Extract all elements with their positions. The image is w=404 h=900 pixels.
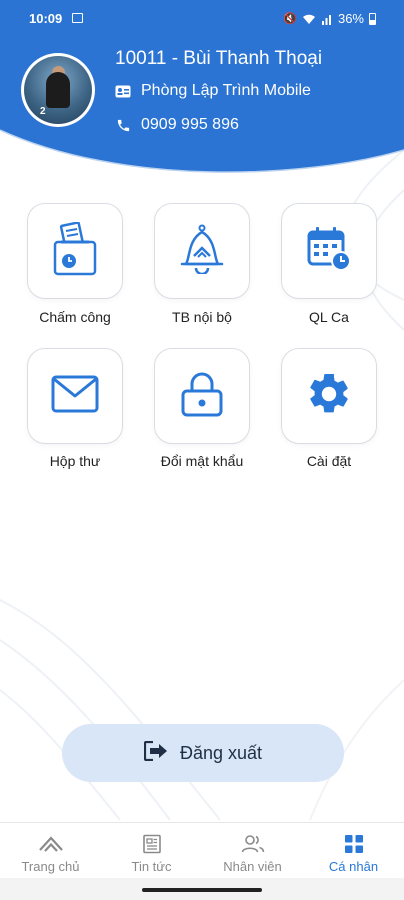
nav-item-news[interactable]: Tin tức	[101, 823, 202, 878]
image-notification-icon	[72, 13, 83, 23]
mute-icon: 🔇	[283, 13, 297, 25]
nav-item-personal[interactable]: Cá nhân	[303, 823, 404, 878]
nav-item-home[interactable]: Trang chủ	[0, 823, 101, 878]
user-code-name: 10011 - Bùi Thanh Thoại	[115, 48, 323, 69]
battery-icon	[369, 12, 376, 25]
signal-icon	[321, 14, 331, 25]
menu-settings-button[interactable]	[281, 348, 377, 444]
nav-label-employees: Nhân viên	[223, 859, 282, 874]
menu-change-password-button[interactable]	[154, 348, 250, 444]
battery-percent: 36%	[337, 11, 364, 26]
home-logo-icon	[38, 833, 64, 855]
grid-icon	[344, 833, 364, 855]
logout-button[interactable]: Đăng xuất	[62, 724, 344, 782]
menu-label-timesheet: Chấm công	[39, 309, 111, 325]
bell-icon	[178, 224, 226, 279]
menu-shift-management-button[interactable]	[281, 203, 377, 299]
gear-icon	[305, 370, 353, 423]
phone-row[interactable]: 0909 995 896	[115, 116, 239, 134]
menu-label-internal-notice: TB nội bộ	[172, 309, 232, 325]
menu-mailbox-button[interactable]	[27, 348, 123, 444]
nav-label-personal: Cá nhân	[328, 859, 379, 874]
menu-label-shift-management: QL Ca	[309, 309, 349, 325]
home-indicator[interactable]	[142, 888, 262, 892]
phone-icon	[115, 117, 131, 133]
nav-label-news: Tin tức	[131, 859, 172, 874]
newspaper-icon	[142, 833, 162, 855]
nav-item-employees[interactable]: Nhân viên	[202, 823, 303, 878]
menu-internal-notice-button[interactable]	[154, 203, 250, 299]
lock-icon	[179, 371, 225, 422]
status-bar: 10:09 🔇 36%	[0, 8, 404, 30]
menu-timesheet-button[interactable]	[27, 203, 123, 299]
menu-label-change-password: Đổi mật khẩu	[160, 453, 244, 469]
logout-label: Đăng xuất	[179, 742, 263, 763]
people-icon	[241, 833, 265, 855]
wifi-icon	[302, 14, 315, 24]
menu-label-settings: Cài đặt	[306, 453, 352, 469]
status-time: 10:09	[29, 11, 63, 26]
department-text: Phòng Lập Trình Mobile	[141, 82, 311, 99]
logout-icon	[143, 740, 168, 766]
menu-label-mailbox: Hộp thư	[49, 453, 101, 469]
avatar[interactable]: 2	[21, 53, 95, 127]
mail-icon	[51, 375, 99, 418]
bottom-navigation: Trang chủ Tin tức Nhân viên Cá nhân	[0, 822, 404, 878]
timesheet-icon	[51, 220, 99, 281]
phone-text: 0909 995 896	[141, 116, 239, 133]
calendar-icon	[306, 226, 352, 277]
nav-label-home: Trang chủ	[21, 859, 80, 874]
id-card-icon	[115, 83, 131, 99]
department-row: Phòng Lập Trình Mobile	[115, 82, 311, 100]
